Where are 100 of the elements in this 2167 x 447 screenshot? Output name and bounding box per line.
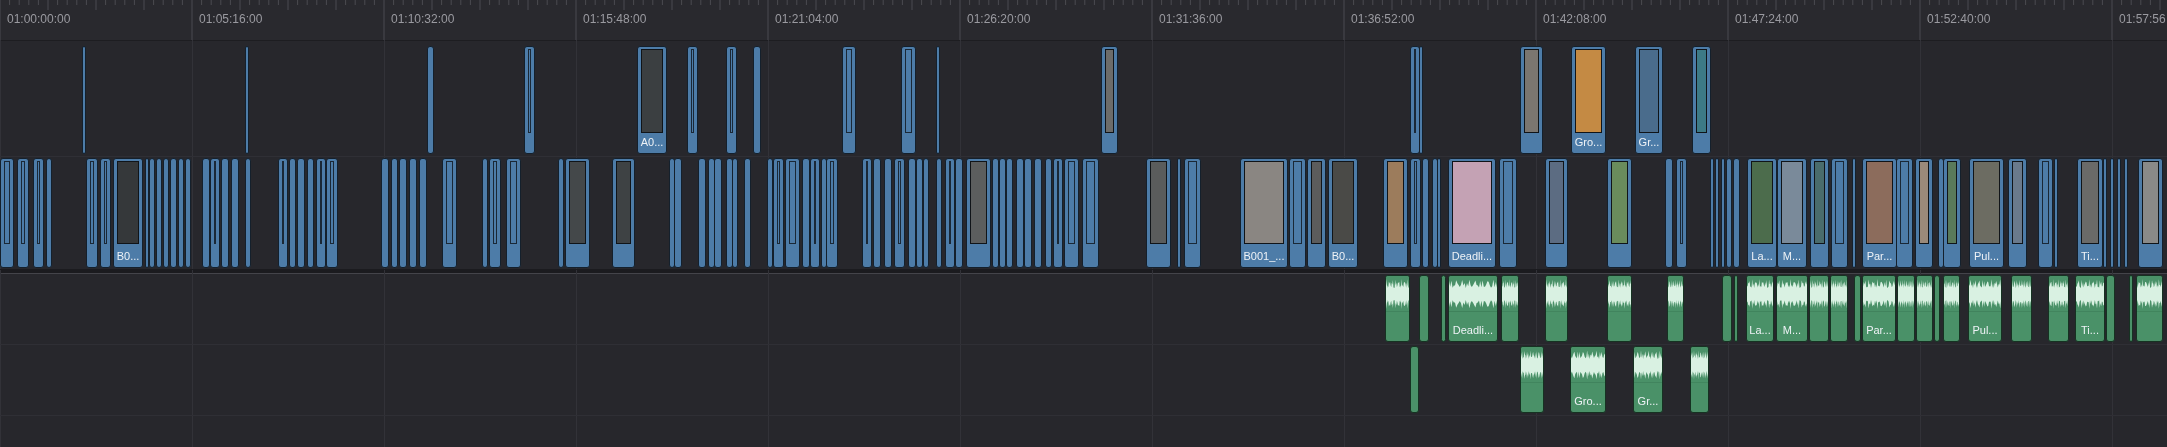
video-clip[interactable]: [966, 158, 991, 268]
audio-clip[interactable]: [1607, 275, 1632, 342]
video-clip[interactable]: [1733, 158, 1740, 268]
video-clip[interactable]: Pul...: [1969, 158, 2004, 268]
audio-clip[interactable]: [2011, 275, 2032, 342]
video-clip[interactable]: [1053, 158, 1063, 268]
video-clip[interactable]: [1710, 158, 1714, 268]
audio-clip[interactable]: La...: [1746, 275, 1774, 342]
video-clip[interactable]: [1184, 158, 1201, 268]
video-clip[interactable]: Gr...: [1635, 46, 1663, 154]
video-clip[interactable]: [326, 158, 338, 268]
video-clip[interactable]: A0...: [637, 46, 667, 154]
video-clip[interactable]: [489, 158, 501, 268]
video-clip[interactable]: [916, 158, 923, 268]
video-clip[interactable]: [210, 158, 220, 268]
video-clip[interactable]: [231, 158, 239, 268]
video-clip[interactable]: [2038, 158, 2053, 268]
video-clip[interactable]: [1289, 158, 1306, 268]
audio-clip[interactable]: [1501, 275, 1519, 342]
video-clip[interactable]: [802, 158, 810, 268]
video-clip[interactable]: [901, 46, 916, 154]
audio-clip[interactable]: [1934, 275, 1940, 342]
video-clip[interactable]: [1024, 158, 1032, 268]
audio-clip[interactable]: Gro...: [1570, 346, 1606, 413]
video-clip[interactable]: [86, 158, 98, 268]
audio-clip[interactable]: [1410, 346, 1419, 413]
video-clip[interactable]: [399, 158, 407, 268]
video-clip[interactable]: B0...: [113, 158, 143, 268]
video-clip[interactable]: [100, 158, 111, 268]
video-clip[interactable]: [506, 158, 521, 268]
video-clip[interactable]: [2103, 158, 2107, 268]
video-clip[interactable]: [826, 158, 838, 268]
video-clip[interactable]: Deadli...: [1448, 158, 1496, 268]
video-clip[interactable]: [17, 158, 29, 268]
video-clip[interactable]: [955, 158, 963, 268]
video-clip[interactable]: [1721, 158, 1725, 268]
video-clip[interactable]: [524, 46, 535, 154]
audio-clip[interactable]: [1419, 275, 1429, 342]
video-clip[interactable]: [698, 158, 706, 268]
video-clip[interactable]: [753, 46, 761, 154]
video-clip[interactable]: [221, 158, 229, 268]
video-clip[interactable]: [1665, 158, 1673, 268]
video-clip[interactable]: [565, 158, 590, 268]
video-clip[interactable]: [163, 158, 169, 268]
video-clip[interactable]: [810, 158, 820, 268]
video-clip[interactable]: [1726, 158, 1732, 268]
video-clip[interactable]: [744, 158, 751, 268]
audio-clip[interactable]: [1943, 275, 1960, 342]
audio-clip[interactable]: [1722, 275, 1732, 342]
video-clip[interactable]: [278, 158, 288, 268]
video-clip[interactable]: B0...: [1328, 158, 1358, 268]
audio-clip[interactable]: Gr...: [1633, 346, 1663, 413]
video-clip[interactable]: La...: [1747, 158, 1777, 268]
audio-clip[interactable]: [1690, 346, 1709, 413]
video-clip[interactable]: [316, 158, 326, 268]
video-clip[interactable]: [714, 158, 722, 268]
audio-clip[interactable]: [2129, 275, 2133, 342]
video-clip[interactable]: [1676, 158, 1687, 268]
video-clip[interactable]: [307, 158, 314, 268]
video-clip[interactable]: [1419, 46, 1423, 154]
video-clip[interactable]: [185, 158, 191, 268]
video-clip[interactable]: [1177, 158, 1181, 268]
video-clip[interactable]: [1082, 158, 1099, 268]
audio-clip[interactable]: [2136, 275, 2163, 342]
audio-clip[interactable]: [1385, 275, 1410, 342]
video-clip[interactable]: [558, 158, 564, 268]
audio-clip[interactable]: Pul...: [1968, 275, 2002, 342]
video-clip[interactable]: [726, 46, 737, 154]
video-clip[interactable]: [842, 46, 856, 154]
video-clip[interactable]: [1499, 158, 1517, 268]
video-clip[interactable]: [936, 158, 942, 268]
video-clip[interactable]: [1607, 158, 1632, 268]
video-clip[interactable]: [1520, 46, 1543, 154]
audio-clip[interactable]: [1520, 346, 1544, 413]
video-clip[interactable]: [409, 158, 417, 268]
audio-clip[interactable]: [1830, 275, 1848, 342]
video-clip[interactable]: [999, 158, 1006, 268]
video-clip[interactable]: [1831, 158, 1848, 268]
video-clip[interactable]: [381, 158, 389, 268]
video-clip[interactable]: [245, 158, 251, 268]
audio-clip[interactable]: [1667, 275, 1684, 342]
video-clip[interactable]: [687, 46, 698, 154]
video-clip[interactable]: [2054, 158, 2058, 268]
video-clip[interactable]: [936, 46, 940, 154]
video-clip[interactable]: [785, 158, 800, 268]
video-clip[interactable]: [1422, 158, 1429, 268]
video-clip[interactable]: [873, 158, 881, 268]
video-clip[interactable]: [149, 158, 155, 268]
video-clip[interactable]: [1064, 158, 1079, 268]
video-clip[interactable]: [46, 158, 52, 268]
video-clip[interactable]: [2008, 158, 2027, 268]
video-clip[interactable]: [992, 158, 999, 268]
video-clip[interactable]: Gro...: [1571, 46, 1606, 154]
video-clip[interactable]: [908, 158, 916, 268]
video-clip[interactable]: [1810, 158, 1829, 268]
audio-clip[interactable]: [1441, 275, 1446, 342]
video-clip[interactable]: [1545, 158, 1568, 268]
video-clip[interactable]: [391, 158, 398, 268]
video-clip[interactable]: [773, 158, 784, 268]
video-clip[interactable]: [1915, 158, 1933, 268]
